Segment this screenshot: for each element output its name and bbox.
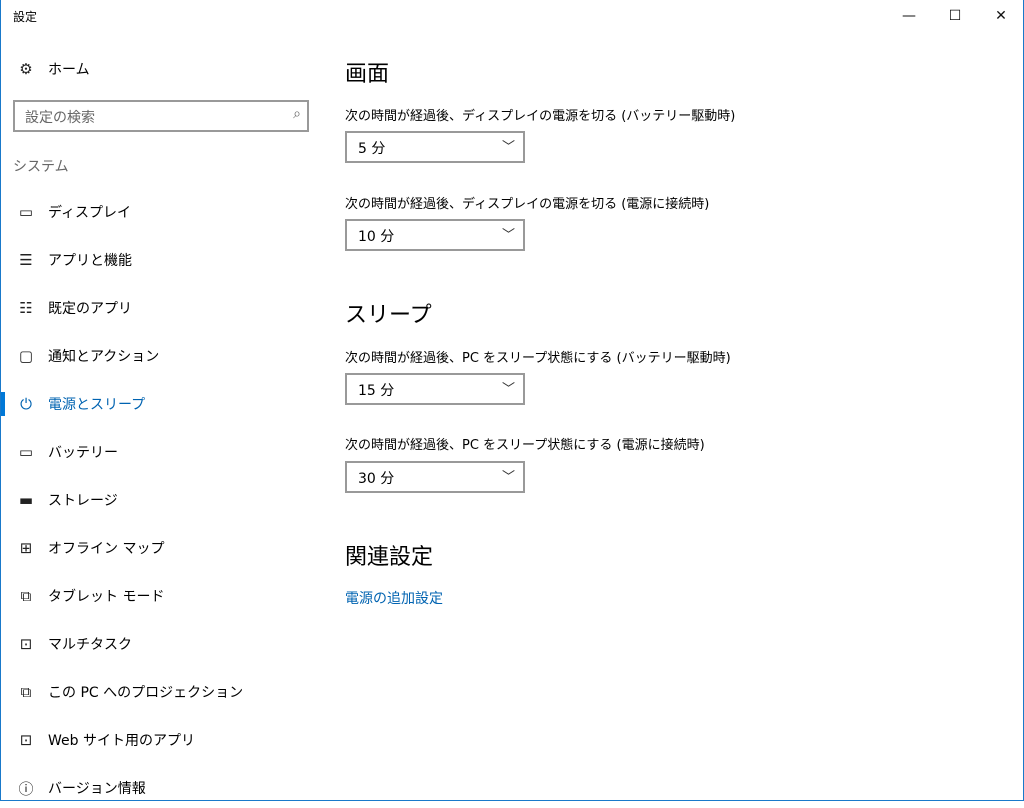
chevron-down-icon: ﹀ [501, 382, 515, 397]
sidebar-item[interactable]: ☰ アプリと機能 [0, 240, 320, 280]
section-label: システム [13, 159, 69, 175]
sidebar-item-label: オフライン マップ [48, 541, 165, 557]
sidebar-item[interactable]: ⊞ オフライン マップ [0, 528, 320, 568]
multitask-icon: ⊡ [19, 635, 33, 653]
chevron-down-icon: ﹀ [501, 470, 515, 485]
close-button[interactable]: ✕ [978, 0, 1024, 32]
message-icon: ▢ [18, 347, 34, 365]
sidebar-item[interactable]: ▢ 通知とアクション [0, 336, 320, 376]
sidebar-item-label: 通知とアクション [48, 349, 160, 365]
screen-plugged-dropdown[interactable]: 10 分 ﹀ [345, 219, 525, 251]
power-icon: ⏻ [20, 395, 32, 413]
screen-battery-label: 次の時間が経過後、ディスプレイの電源を切る (バッテリー駆動時) [345, 109, 736, 124]
info-icon: ⓘ [18, 779, 34, 798]
sidebar-item[interactable]: ▭ バッテリー [0, 432, 320, 472]
sidebar-item[interactable]: ⧉ この PC へのプロジェクション [0, 672, 320, 712]
sleep-battery-label: 次の時間が経過後、PC をスリープ状態にする (バッテリー駆動時) [345, 351, 731, 366]
sleep-plugged-dropdown[interactable]: 30 分 ﹀ [345, 461, 525, 493]
sidebar-item[interactable]: ▭ ディスプレイ [0, 192, 320, 232]
related-heading: 関連設定 [345, 545, 434, 570]
search-icon: ⌕ [293, 106, 301, 122]
sidebar-item-label: ストレージ [48, 493, 118, 509]
sidebar-item-label: バージョン情報 [48, 781, 146, 797]
additional-power-settings-link[interactable]: 電源の追加設定 [345, 588, 443, 608]
minimize-button[interactable]: — [886, 0, 932, 32]
sidebar-item-label: バッテリー [48, 445, 118, 461]
sleep-plugged-label: 次の時間が経過後、PC をスリープ状態にする (電源に接続時) [345, 438, 705, 453]
search-input[interactable]: 設定の検索 ⌕ [13, 100, 309, 132]
gear-icon: ⚙ [19, 60, 33, 78]
list-icon: ☰ [19, 251, 33, 269]
sidebar-item-label: 電源とスリープ [48, 397, 146, 413]
sidebar-item[interactable]: ⏻ 電源とスリープ [0, 384, 320, 424]
sidebar-item-label: マルチタスク [48, 637, 132, 653]
sidebar-item[interactable]: ⧉ タブレット モード [0, 576, 320, 616]
screen-heading: 画面 [345, 62, 390, 87]
tablet-icon: ⧉ [20, 587, 32, 605]
sidebar-item-label: ディスプレイ [48, 205, 132, 221]
sidebar-item[interactable]: ⊡ Web サイト用のアプリ [0, 720, 320, 760]
sidebar-item-label: この PC へのプロジェクション [48, 685, 244, 701]
window-title: 設定 [13, 10, 38, 24]
maximize-button[interactable]: ☐ [932, 0, 978, 32]
chevron-down-icon: ﹀ [501, 140, 515, 155]
sleep-battery-dropdown[interactable]: 15 分 ﹀ [345, 373, 525, 405]
sleep-heading: スリープ [345, 303, 432, 328]
web-apps-icon: ⊡ [19, 731, 33, 749]
map-icon: ⊞ [19, 539, 33, 557]
monitor-icon: ▭ [18, 203, 34, 221]
sidebar-item-label: Web サイト用のアプリ [48, 733, 195, 749]
sidebar-item-label: 既定のアプリ [48, 301, 132, 317]
sidebar-item[interactable]: ⊡ マルチタスク [0, 624, 320, 664]
sidebar-item[interactable]: ▬ ストレージ [0, 480, 320, 520]
sidebar-home[interactable]: ⚙ ホーム [0, 49, 320, 89]
screen-plugged-label: 次の時間が経過後、ディスプレイの電源を切る (電源に接続時) [345, 197, 710, 212]
screen-battery-dropdown[interactable]: 5 分 ﹀ [345, 131, 525, 163]
chevron-down-icon: ﹀ [501, 228, 515, 243]
sidebar-item[interactable]: ⓘ バージョン情報 [0, 768, 320, 808]
projection-icon: ⧉ [20, 683, 32, 701]
sidebar-item-label: タブレット モード [48, 589, 165, 605]
sidebar-item-label: アプリと機能 [48, 253, 132, 269]
storage-icon: ▬ [18, 491, 34, 509]
default-apps-icon: ☷ [19, 299, 33, 317]
battery-icon: ▭ [18, 443, 34, 461]
sidebar-item[interactable]: ☷ 既定のアプリ [0, 288, 320, 328]
